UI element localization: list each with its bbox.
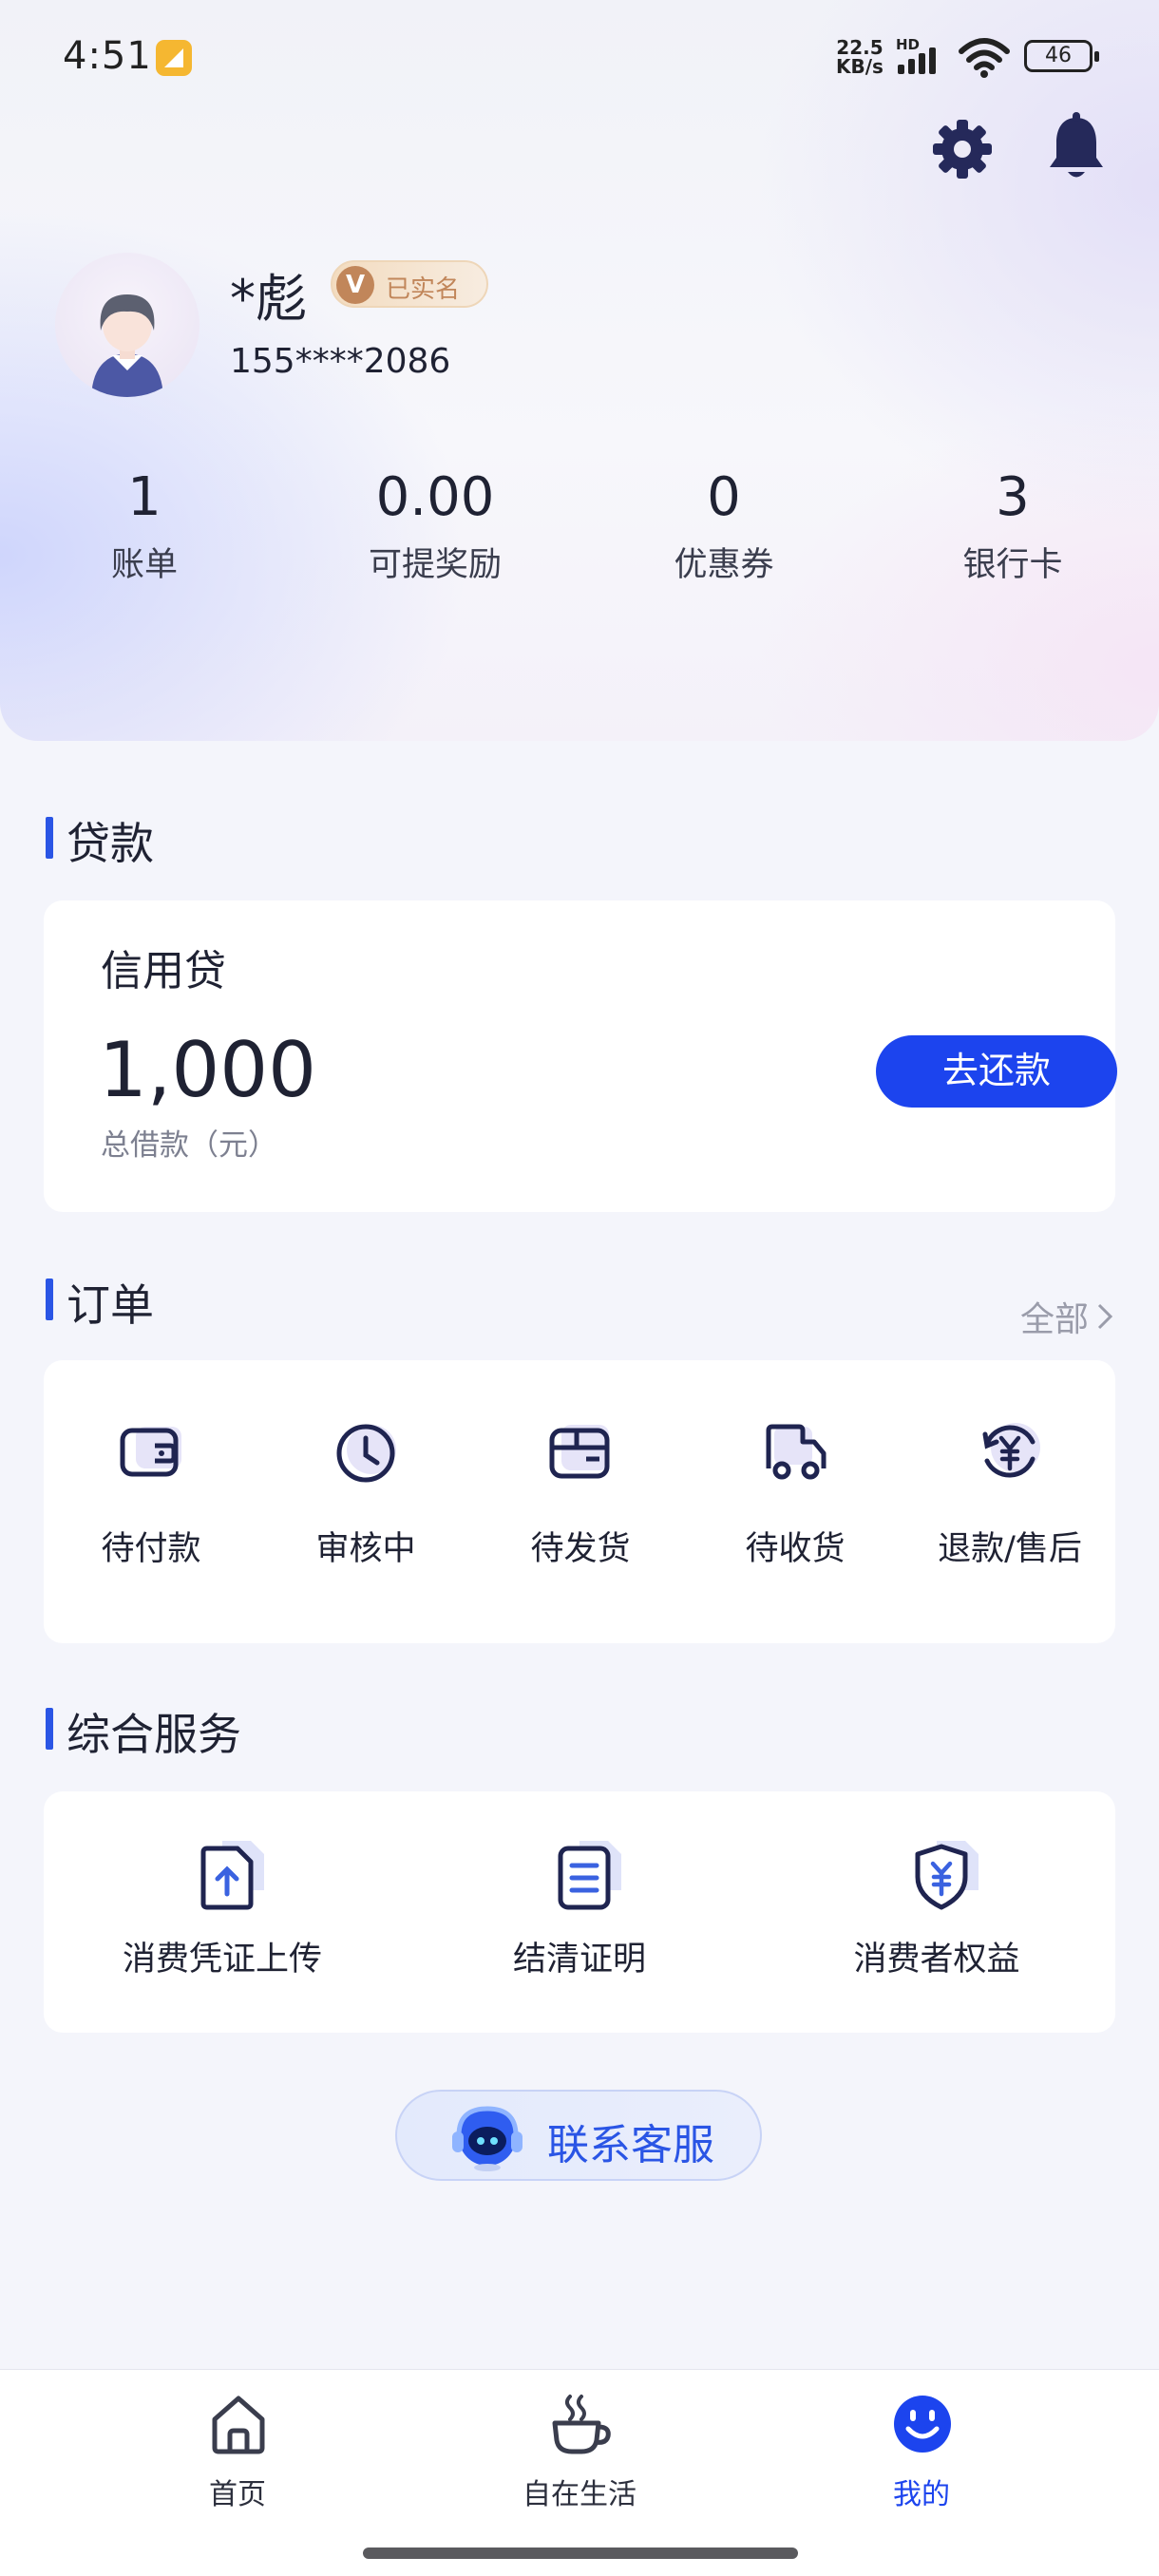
package-icon <box>549 1425 610 1479</box>
service-settlement-certificate[interactable]: 结清证明 <box>401 1791 758 2029</box>
tab-label: 我的 <box>893 2478 950 2511</box>
order-item-label: 待收货 <box>745 1530 846 1568</box>
order-under-review[interactable]: 审核中 <box>258 1360 473 1645</box>
order-item-label: 退款/售后 <box>938 1530 1082 1568</box>
stat-value: 1 <box>127 466 162 528</box>
orders-section-title: 订单 <box>46 1271 154 1334</box>
view-all-label: 全部 <box>1019 1300 1089 1339</box>
stat-value: 0.00 <box>375 466 495 528</box>
stat-label: 可提奖励 <box>368 546 502 584</box>
customer-service-icon <box>452 2106 522 2171</box>
refund-icon <box>982 1423 1040 1478</box>
stat-label: 银行卡 <box>962 546 1063 584</box>
status-time: 4:51 <box>63 34 152 78</box>
wallet-icon <box>120 1427 181 1477</box>
stat-bills[interactable]: 1 账单 <box>11 464 277 586</box>
stats-row: 1 账单 0.00 可提奖励 0 优惠券 3 银行卡 <box>0 464 1159 597</box>
stat-coupons[interactable]: 0 优惠券 <box>591 464 857 586</box>
service-label: 消费者权益 <box>853 1941 1020 1979</box>
home-icon <box>212 2396 265 2454</box>
chevron-right-icon <box>1096 1300 1113 1339</box>
order-awaiting-shipment[interactable]: 待发货 <box>473 1360 688 1645</box>
services-card: 消费凭证上传 结清证明 消费者权益 <box>44 1791 1115 2033</box>
contact-customer-service-label: 联系客服 <box>547 2121 714 2169</box>
stat-label: 优惠券 <box>674 546 774 584</box>
shield-yuan-icon <box>915 1841 978 1910</box>
tab-mine[interactable]: 我的 <box>779 2393 1064 2545</box>
tab-leisure-life[interactable]: 自在生活 <box>437 2393 722 2545</box>
notification-app-icon <box>156 40 192 76</box>
battery-indicator: 46 <box>1024 40 1099 72</box>
loan-amount-caption: 总借款（元） <box>101 1128 277 1163</box>
stat-label: 账单 <box>110 546 178 584</box>
network-speed: 22.5 KB/s <box>836 38 884 76</box>
notification-bell-icon[interactable] <box>1045 112 1108 182</box>
contact-customer-service-button[interactable]: 联系客服 <box>395 2090 762 2181</box>
stat-value: 0 <box>707 466 741 528</box>
orders-card: 待付款 审核中 待发货 待收货 退款/售后 <box>44 1360 1115 1643</box>
coffee-icon <box>552 2395 611 2454</box>
order-awaiting-delivery[interactable]: 待收货 <box>688 1360 902 1645</box>
verified-badge: V 已实名 <box>331 260 488 308</box>
network-speed-value: 22.5 <box>836 36 884 59</box>
settings-gear-icon[interactable] <box>929 116 996 182</box>
service-label: 消费凭证上传 <box>122 1941 322 1979</box>
services-section-title: 综合服务 <box>46 1700 241 1763</box>
tab-label: 首页 <box>209 2478 266 2511</box>
status-bar: 4:51 22.5 KB/s HD 46 <box>0 0 1159 114</box>
stat-value: 3 <box>996 466 1030 528</box>
signal-icon <box>898 46 947 74</box>
service-consumer-rights[interactable]: 消费者权益 <box>758 1791 1115 2029</box>
service-label: 结清证明 <box>512 1941 646 1979</box>
upload-document-icon <box>200 1841 264 1910</box>
stat-withdrawable-rewards[interactable]: 0.00 可提奖励 <box>302 464 568 586</box>
avatar[interactable] <box>55 253 200 397</box>
loan-amount: 1,000 <box>99 1026 317 1114</box>
username: *彪 <box>230 269 307 329</box>
bottom-tab-bar: 首页 自在生活 我的 <box>0 2369 1159 2576</box>
smiley-icon <box>894 2396 951 2453</box>
credit-loan-card[interactable]: 信用贷 1,000 总借款（元） 去还款 <box>44 900 1117 1212</box>
tab-home[interactable]: 首页 <box>95 2393 380 2545</box>
order-refund-after-sales[interactable]: 退款/售后 <box>902 1360 1117 1645</box>
stat-bank-cards[interactable]: 3 银行卡 <box>880 464 1146 586</box>
vip-v-icon: V <box>336 266 374 304</box>
home-indicator[interactable] <box>363 2548 798 2559</box>
verified-label: 已实名 <box>386 275 461 304</box>
truck-icon <box>766 1424 826 1480</box>
clock-icon <box>336 1424 396 1483</box>
phone-number: 155****2086 <box>230 342 451 381</box>
order-item-label: 待付款 <box>101 1530 201 1568</box>
service-upload-voucher[interactable]: 消费凭证上传 <box>44 1791 401 2029</box>
loan-section-title: 贷款 <box>46 809 154 872</box>
view-all-orders-link[interactable]: 全部 <box>1020 1292 1113 1341</box>
network-speed-unit: KB/s <box>836 55 884 78</box>
default-avatar-icon <box>91 294 163 397</box>
repay-button[interactable]: 去还款 <box>876 1035 1117 1108</box>
wifi-icon <box>959 38 1010 78</box>
tab-label: 自在生活 <box>522 2478 636 2511</box>
order-item-label: 审核中 <box>315 1530 416 1568</box>
certificate-icon <box>558 1841 621 1910</box>
loan-product-name: 信用贷 <box>101 947 226 995</box>
order-pending-payment[interactable]: 待付款 <box>44 1360 258 1645</box>
order-item-label: 待发货 <box>530 1530 631 1568</box>
